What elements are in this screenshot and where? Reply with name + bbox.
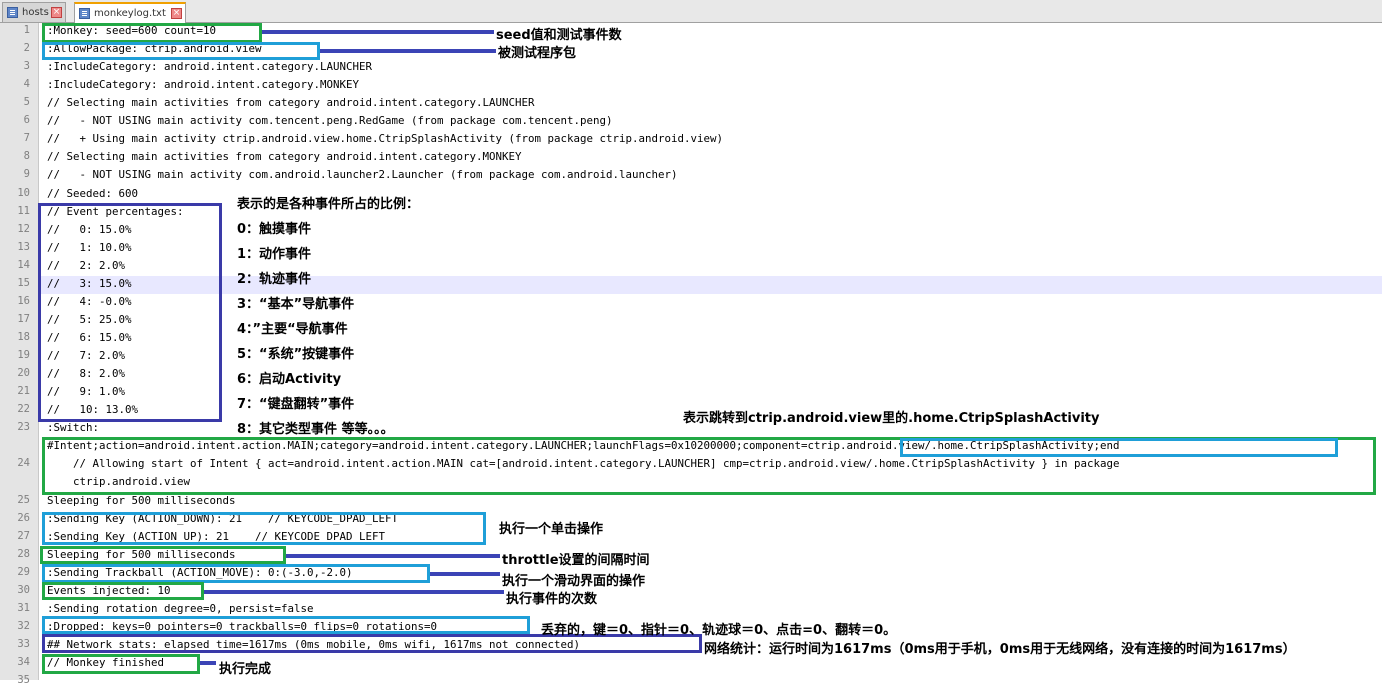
line-number: 8	[23, 150, 30, 162]
note-package: 被测试程序包	[498, 46, 577, 61]
note-throttle: throttle设置的间隔时间	[502, 553, 650, 568]
line-number: 2	[23, 42, 30, 54]
line-number: 23	[17, 421, 30, 433]
line-number: 32	[17, 620, 30, 632]
line-number: 1	[23, 24, 30, 36]
note-percent-4: 4：”主要“导航事件	[237, 322, 348, 337]
code-line: // Seeded: 600	[47, 187, 139, 200]
line-number: 6	[23, 114, 30, 126]
note-dropped: 丢弃的，键＝0、指针＝0、轨迹球＝0、点击=0、翻转＝0。	[541, 623, 897, 638]
line-number: 29	[17, 566, 30, 578]
percentages-box	[38, 203, 222, 422]
code-line: :IncludeCategory: android.intent.categor…	[47, 78, 360, 91]
arrow-count	[204, 590, 504, 594]
line-number: 33	[17, 638, 30, 650]
throttle-box	[40, 546, 286, 564]
file-icon	[7, 7, 18, 18]
code-line: // - NOT USING main activity com.tencent…	[47, 114, 613, 127]
line-number: 15	[17, 277, 30, 289]
line-number: 35	[17, 674, 30, 686]
arrow-finished	[200, 661, 216, 665]
line-number: 12	[17, 223, 30, 235]
file-icon	[79, 8, 90, 19]
line-number: 34	[17, 656, 30, 668]
line-number: 5	[23, 96, 30, 108]
note-finished: 执行完成	[219, 662, 272, 677]
component-box	[900, 438, 1338, 457]
line-number: 10	[17, 187, 30, 199]
arrow-throttle	[286, 554, 500, 558]
note-percent-0: 0：触摸事件	[237, 222, 312, 237]
code-line: :IncludeCategory: android.intent.categor…	[47, 60, 373, 73]
line-number: 31	[17, 602, 30, 614]
note-count: 执行事件的次数	[506, 592, 598, 607]
line-number: 14	[17, 259, 30, 271]
code-line: // + Using main activity ctrip.android.v…	[47, 132, 724, 145]
note-percent-8: 8：其它类型事件 等等。。。	[237, 422, 394, 437]
package-box	[42, 42, 320, 60]
note-percent-3: 3：“基本”导航事件	[237, 297, 355, 312]
line-number: 16	[17, 295, 30, 307]
note-swipe: 执行一个滑动界面的操作	[502, 574, 646, 589]
note-click: 执行一个单击操作	[499, 522, 604, 537]
tab-hosts[interactable]: hosts ×	[2, 2, 66, 22]
note-percent-title: 表示的是各种事件所占的比例：	[237, 197, 420, 212]
line-number: 18	[17, 331, 30, 343]
line-number: 24	[17, 457, 30, 469]
line-number: 3	[23, 60, 30, 72]
seed-box	[42, 23, 262, 43]
line-number: 11	[17, 205, 30, 217]
finished-box	[42, 654, 200, 674]
code-line: :Sending rotation degree=0, persist=fals…	[47, 602, 314, 615]
line-number: 4	[23, 78, 30, 90]
line-number: 25	[17, 494, 30, 506]
code-line: // - NOT USING main activity com.android…	[47, 168, 678, 181]
code-line: :Switch:	[47, 421, 100, 434]
tab-monkeylog[interactable]: monkeylog.txt ×	[74, 2, 186, 23]
note-percent-1: 1：动作事件	[237, 247, 312, 262]
events-box	[42, 582, 204, 600]
note-percent-6: 6：启动Activity	[237, 372, 342, 387]
line-number: 21	[17, 385, 30, 397]
note-percent-2: 2：轨迹事件	[237, 272, 312, 287]
dropped-box	[42, 616, 530, 634]
arrow-swipe	[430, 572, 500, 576]
line-number: 22	[17, 403, 30, 415]
code-line: // Selecting main activities from catego…	[47, 150, 522, 163]
note-percent-5: 5：“系统”按键事件	[237, 347, 355, 362]
note-seed: seed值和测试事件数	[496, 28, 622, 43]
line-number: 20	[17, 367, 30, 379]
close-icon[interactable]: ×	[171, 8, 182, 19]
note-jump: 表示跳转到ctrip.android.view里的.home.CtripSpla…	[683, 411, 1100, 426]
tab-label: hosts	[22, 7, 49, 18]
code-line: Sleeping for 500 milliseconds	[47, 494, 236, 507]
line-number: 26	[17, 512, 30, 524]
line-number: 28	[17, 548, 30, 560]
line-number: 27	[17, 530, 30, 542]
note-percent-7: 7：“键盘翻转”事件	[237, 397, 355, 412]
arrow-seed	[262, 30, 494, 34]
trackball-box	[42, 564, 430, 583]
line-number: 19	[17, 349, 30, 361]
line-number: 30	[17, 584, 30, 596]
line-number: 9	[23, 168, 30, 180]
arrow-package	[320, 49, 496, 53]
tab-bar: hosts × monkeylog.txt ×	[0, 0, 1382, 23]
tab-label: monkeylog.txt	[94, 8, 166, 19]
click-box	[42, 512, 486, 545]
line-number: 13	[17, 241, 30, 253]
line-number: 17	[17, 313, 30, 325]
note-network: 网络统计：运行时间为1617ms（0ms用于手机，0ms用于无线网络，没有连接的…	[704, 642, 1296, 657]
code-line: // Selecting main activities from catego…	[47, 96, 535, 109]
close-icon[interactable]: ×	[51, 7, 62, 18]
line-number: 7	[23, 132, 30, 144]
